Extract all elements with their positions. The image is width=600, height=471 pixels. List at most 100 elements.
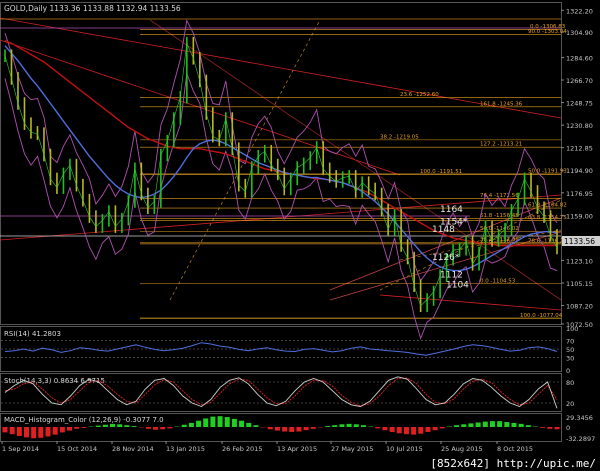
y-tick-label: 1266.70 xyxy=(566,77,593,85)
price-level-label: 1112 xyxy=(440,270,463,280)
fib-level-label: 63.8 -1154.75 xyxy=(528,215,567,221)
macd-bar xyxy=(196,420,202,427)
price-level-label: 1148 xyxy=(432,225,455,235)
macd-bar xyxy=(246,422,252,427)
y-tick-label: 1212.85 xyxy=(566,145,593,153)
macd-bar xyxy=(95,425,101,427)
x-tick-label: 1 Sep 2014 xyxy=(2,445,39,453)
macd-bar xyxy=(24,427,30,438)
rsi-tick-label: 100 xyxy=(566,325,578,333)
macd-bar xyxy=(67,427,73,431)
y-tick-label: 1248.75 xyxy=(566,100,593,108)
macd-bar xyxy=(110,423,116,427)
macd-bar xyxy=(239,420,245,427)
rsi-tick-label: 70 xyxy=(566,338,574,346)
macd-bar xyxy=(117,424,123,427)
macd-bar xyxy=(389,427,395,432)
y-tick-label: 1194.90 xyxy=(566,167,593,175)
x-tick-label: 13 Apr 2015 xyxy=(277,445,317,453)
macd-bar xyxy=(124,425,130,427)
macd-bar xyxy=(432,427,438,431)
macd-bar xyxy=(396,427,402,434)
macd-bar xyxy=(52,427,58,435)
fib-level-label: 127.2 -1213.21 xyxy=(480,142,522,148)
macd-bar xyxy=(2,427,8,433)
macd-bar xyxy=(210,416,216,427)
macd-bar xyxy=(504,422,510,427)
price-level-label: 1104 xyxy=(446,280,469,290)
macd-bar xyxy=(59,427,65,433)
macd-bar xyxy=(231,418,237,427)
macd-bar xyxy=(439,427,445,429)
fib-level-label: 23.6 -1252.60 xyxy=(400,92,439,98)
macd-bar xyxy=(81,427,87,428)
macd-bar xyxy=(289,427,295,432)
stoch-label: Stoch(14,3,3) 0.8634 6.9715 xyxy=(4,377,105,385)
macd-bar xyxy=(203,418,209,427)
y-tick-label: 1087.20 xyxy=(566,303,593,311)
macd-bar xyxy=(511,422,517,427)
x-tick-label: 25 Aug 2015 xyxy=(441,445,483,453)
macd-bar xyxy=(475,422,481,427)
macd-bar xyxy=(375,427,381,429)
y-tick-label: 1105.15 xyxy=(566,280,593,288)
macd-bar xyxy=(160,427,166,430)
macd-bar xyxy=(403,427,409,435)
macd-bar xyxy=(489,421,495,427)
macd-bar xyxy=(332,425,338,427)
macd-bar xyxy=(282,427,288,432)
fib-level-label: 38.2 -1219.05 xyxy=(380,134,419,140)
y-tick-label: 1284.60 xyxy=(566,55,593,63)
y-tick-label: 1176.95 xyxy=(566,190,593,198)
macd-bar xyxy=(16,427,22,436)
macd-bar xyxy=(131,426,137,427)
macd-bar xyxy=(554,427,560,430)
macd-bar xyxy=(9,427,15,435)
macd-bar xyxy=(31,427,37,439)
fib-level-label: 78.6 -1136.27 xyxy=(528,238,567,244)
fib-level-label: 61.8 -1156.45 xyxy=(480,213,519,219)
macd-bar xyxy=(339,424,345,427)
y-tick-label: 1230.80 xyxy=(566,122,593,130)
macd-tick-label: 0 xyxy=(566,424,570,432)
macd-bar xyxy=(325,426,331,427)
macd-bar xyxy=(425,427,431,432)
fib-level-label: 161.8 -1245.36 xyxy=(480,101,523,107)
rsi-label: RSI(14) 41.2803 xyxy=(4,330,61,338)
chart-canvas: GOLD,Daily 1133.36 1133.88 1132.94 1133.… xyxy=(0,0,600,471)
macd-bar xyxy=(547,427,553,429)
macd-bar xyxy=(153,427,159,430)
macd-bar xyxy=(418,427,424,434)
price-level-label: 1126* xyxy=(432,253,460,263)
x-tick-label: 27 May 2015 xyxy=(331,445,373,453)
macd-bar xyxy=(497,421,503,427)
macd-bar xyxy=(525,425,531,427)
macd-bar xyxy=(45,427,51,437)
macd-bar xyxy=(253,425,259,427)
x-tick-label: 28 Nov 2014 xyxy=(112,445,154,453)
x-tick-label: 8 Oct 2015 xyxy=(497,445,533,453)
macd-bar xyxy=(224,417,230,427)
stoch-tick-label: 80 xyxy=(566,379,574,387)
macd-bar xyxy=(217,416,223,427)
axis-layer: 1322.20 1304.90 1284.60 1266.70 1248.75 1230.… xyxy=(561,7,593,329)
macd-bar xyxy=(411,427,417,435)
rsi-tick-label: 50 xyxy=(566,346,574,354)
fib-level-label: 50.0 -1191.93 xyxy=(528,168,567,174)
x-tick-label: 26 Feb 2015 xyxy=(222,445,262,453)
fib-level-label: 100.0 -1077.04 xyxy=(520,313,563,319)
macd-bar xyxy=(461,424,467,427)
y-tick-label: 1123.10 xyxy=(566,257,593,265)
macd-bar xyxy=(454,425,460,427)
macd-bar xyxy=(360,425,366,427)
macd-bar xyxy=(346,423,352,427)
macd-bar xyxy=(181,424,187,427)
macd-bar xyxy=(482,421,488,427)
macd-bar xyxy=(303,427,309,431)
macd-bar xyxy=(518,423,524,427)
y-tick-label: 1159.00 xyxy=(566,212,593,220)
macd-tick-label: -32.2897 xyxy=(566,435,595,443)
y-tick-label: 1304.90 xyxy=(566,29,593,37)
macd-bar xyxy=(102,424,108,427)
macd-bar xyxy=(468,423,474,427)
